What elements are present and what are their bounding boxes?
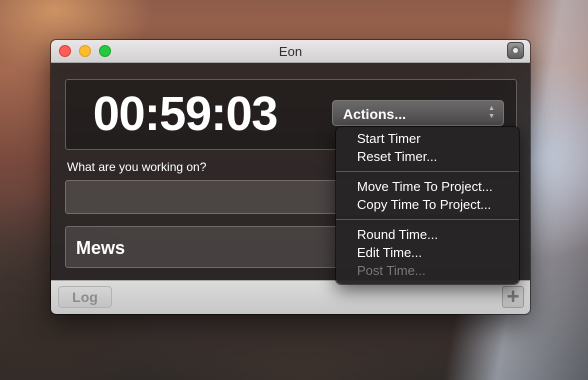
timer-display: 00:59:03 <box>93 88 278 141</box>
log-button[interactable]: Log <box>58 286 112 308</box>
updown-arrows-icon: ▲ ▼ <box>488 105 495 120</box>
menu-item-copy-time[interactable]: Copy Time To Project... <box>357 196 491 213</box>
camera-icon[interactable] <box>507 42 524 59</box>
task-prompt-label: What are you working on? <box>67 160 207 174</box>
menu-separator <box>336 219 519 220</box>
title-bar: Eon <box>51 40 530 63</box>
actions-menu: Start Timer Reset Timer... Move Time To … <box>336 127 519 284</box>
window-title: Eon <box>278 44 303 59</box>
menu-separator <box>336 171 519 172</box>
add-button[interactable]: + <box>502 286 524 308</box>
menu-item-edit-time[interactable]: Edit Time... <box>357 244 422 261</box>
menu-item-post-time: Post Time... <box>357 263 426 278</box>
bottom-bar: Log + <box>51 280 530 314</box>
actions-button-label: Actions... <box>343 106 407 122</box>
menu-item-move-time[interactable]: Move Time To Project... <box>357 178 493 195</box>
menu-item-start-timer[interactable]: Start Timer <box>357 130 421 147</box>
menu-item-round-time[interactable]: Round Time... <box>357 226 438 243</box>
menu-item-reset-timer[interactable]: Reset Timer... <box>357 148 437 165</box>
actions-button[interactable]: Actions... ▲ ▼ <box>332 100 504 126</box>
project-name: Mews <box>76 238 126 258</box>
